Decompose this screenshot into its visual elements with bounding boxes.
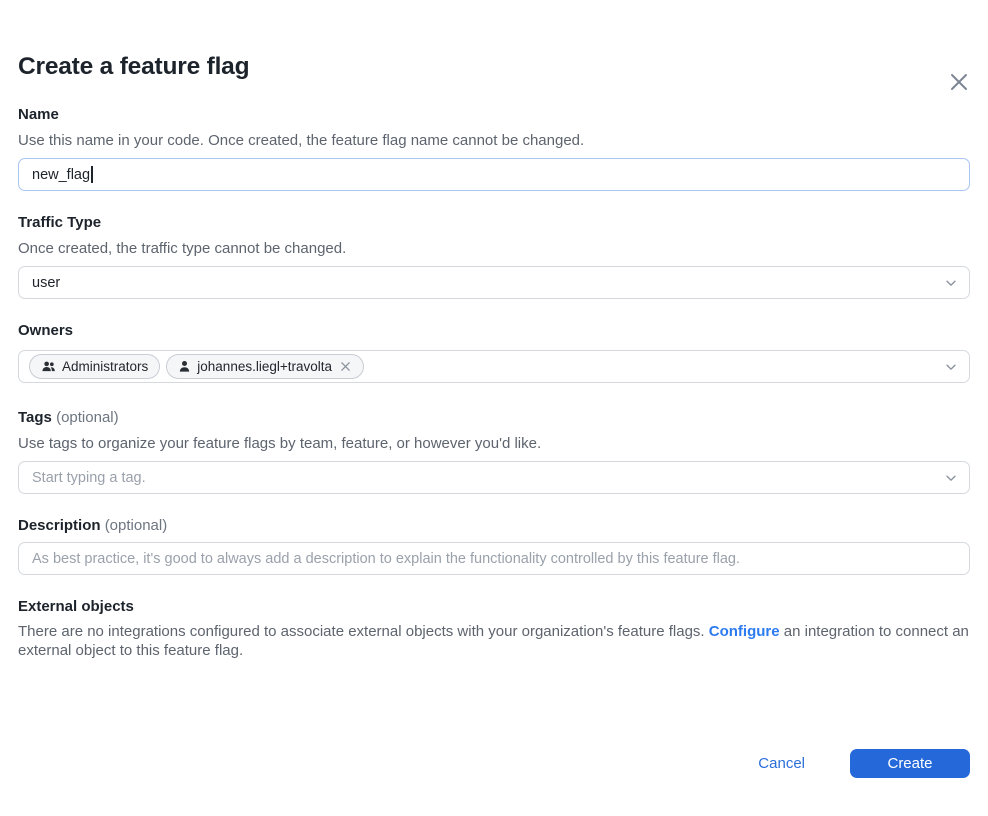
- group-icon: [41, 360, 56, 373]
- cancel-button[interactable]: Cancel: [758, 755, 805, 772]
- person-icon: [178, 360, 191, 373]
- description-input-wrapper[interactable]: [18, 542, 970, 575]
- description-input[interactable]: [32, 543, 956, 574]
- dialog-title: Create a feature flag: [18, 53, 970, 81]
- traffic-type-description: Once created, the traffic type cannot be…: [18, 240, 970, 258]
- close-icon: [948, 71, 970, 93]
- chevron-down-icon: [944, 276, 958, 294]
- description-optional-text: (optional): [105, 517, 168, 534]
- configure-link[interactable]: Configure: [709, 623, 780, 640]
- external-objects-label: External objects: [18, 599, 970, 615]
- tags-description: Use tags to organize your feature flags …: [18, 435, 970, 453]
- description-label-text: Description: [18, 517, 101, 534]
- remove-owner-icon[interactable]: [338, 360, 352, 374]
- owners-label: Owners: [18, 323, 970, 339]
- description-label: Description (optional): [18, 518, 970, 534]
- dialog-footer: Cancel Create: [18, 749, 970, 778]
- owner-chip-label: Administrators: [62, 359, 148, 374]
- name-label: Name: [18, 107, 970, 123]
- name-input-value: new_flag: [32, 167, 90, 183]
- chevron-down-icon: [944, 360, 958, 378]
- chevron-down-icon: [944, 471, 958, 489]
- owner-chip-administrators[interactable]: Administrators: [29, 354, 160, 379]
- name-description: Use this name in your code. Once created…: [18, 132, 970, 150]
- traffic-type-value: user: [32, 275, 60, 291]
- tags-optional-text: (optional): [56, 409, 119, 426]
- traffic-type-select[interactable]: user: [18, 266, 970, 299]
- tags-label: Tags (optional): [18, 410, 970, 426]
- close-button[interactable]: [946, 69, 972, 95]
- tags-input[interactable]: [32, 462, 956, 493]
- owner-chip-user[interactable]: johannes.liegl+travolta: [166, 354, 364, 379]
- owner-chip-label: johannes.liegl+travolta: [197, 359, 332, 374]
- owners-select[interactable]: Administrators johannes.liegl+travolta: [18, 350, 970, 383]
- create-button[interactable]: Create: [850, 749, 970, 778]
- name-input[interactable]: new_flag: [18, 158, 970, 191]
- external-objects-text-before: There are no integrations configured to …: [18, 623, 709, 640]
- traffic-type-label: Traffic Type: [18, 215, 970, 231]
- tags-input-wrapper[interactable]: [18, 461, 970, 494]
- create-feature-flag-dialog: Create a feature flag Name Use this name…: [0, 53, 988, 816]
- text-caret: [91, 166, 93, 183]
- external-objects-text: There are no integrations configured to …: [18, 623, 970, 660]
- tags-label-text: Tags: [18, 409, 52, 426]
